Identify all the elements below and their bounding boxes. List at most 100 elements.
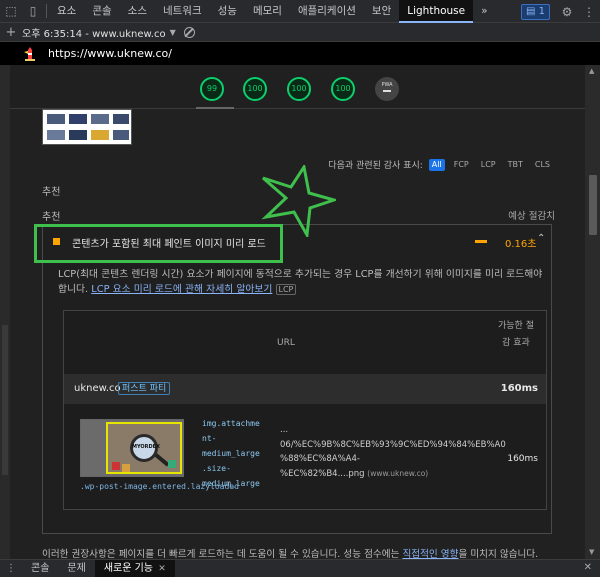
tab-sources[interactable]: 소스	[120, 0, 155, 23]
vertical-scrollbar[interactable]: ▲ ▼	[585, 65, 600, 559]
add-report-icon[interactable]: +	[0, 25, 22, 40]
scroll-up-arrow-icon[interactable]: ▲	[589, 67, 594, 75]
gauge-performance[interactable]: 99	[200, 77, 224, 101]
filter-chip-fcp[interactable]: FCP	[451, 159, 472, 171]
decor-block	[168, 460, 176, 468]
filter-chip-all[interactable]: All	[428, 158, 445, 171]
gauge-best-practices[interactable]: 100	[287, 77, 311, 101]
gauge-pwa[interactable]: PWA	[375, 77, 399, 101]
filter-label: 다음과 관련된 감사 표시:	[328, 161, 423, 171]
node-highlight-frame: MYORDEX	[106, 422, 182, 474]
devtools-tabbar: ⬚ ▯ 요소 콘솔 소스 네트워크 성능 메모리 애플리케이션 보안 Light…	[0, 0, 600, 23]
column-header-url: URL	[277, 338, 295, 348]
tab-elements[interactable]: 요소	[49, 0, 84, 23]
tab-security[interactable]: 보안	[364, 0, 399, 23]
node-snippet[interactable]: img.attachme nt- medium_large .size- med…	[202, 416, 260, 491]
filter-chip-cls[interactable]: CLS	[532, 159, 553, 171]
close-drawer-icon[interactable]: ✕	[584, 562, 592, 573]
highlight-rectangle	[34, 224, 283, 263]
url-line: %88%EC%8A%A4-	[280, 454, 360, 464]
column-header-savings: 가능한 절감 효과	[498, 321, 534, 348]
chevron-up-icon[interactable]: ⌃	[537, 233, 545, 244]
opportunity-column-header: 추천	[42, 212, 61, 223]
report-content: 99 100 100 100 PWA 다음과 관련된 감사 표시: All FC…	[10, 65, 585, 559]
gauge-accessibility[interactable]: 100	[243, 77, 267, 101]
snippet-line: medium_large	[202, 479, 260, 488]
audit-lcp-preload: 콘텐츠가 포함된 최대 페인트 이미지 미리 로드 0.16초 ⌃ LCP(최대…	[42, 224, 552, 534]
drawer-tab-whats-new-label: 새로운 기능	[103, 562, 153, 574]
chevron-down-icon: ▼	[169, 27, 176, 37]
lighthouse-logo-icon	[22, 46, 38, 62]
drawer-tab-console[interactable]: 콘솔	[22, 560, 58, 577]
url-host: (www.uknew.co)	[367, 468, 429, 478]
close-icon[interactable]: ✕	[158, 564, 166, 574]
tab-memory[interactable]: 메모리	[245, 0, 290, 23]
messages-badge[interactable]: ▤ 1	[520, 3, 550, 20]
snippet-line: nt-	[202, 434, 217, 443]
snippet-line: img.attachme	[202, 419, 260, 428]
footer-tail: 을 미치지 않습니다.	[458, 549, 539, 559]
tab-console[interactable]: 콘솔	[84, 0, 119, 23]
active-gauge-underline	[196, 107, 234, 109]
lcp-node-thumbnail[interactable]: MYORDEX	[80, 419, 184, 477]
device-toolbar-icon[interactable]: ▯	[22, 0, 44, 23]
filter-chip-tbt[interactable]: TBT	[505, 159, 526, 171]
drawer-tab-whats-new[interactable]: 새로운 기능 ✕	[94, 559, 175, 577]
opportunities-heading: 추천	[42, 187, 61, 198]
audit-filter: 다음과 관련된 감사 표시: All FCP LCP TBT CLS	[328, 158, 553, 171]
gutter-thumb	[2, 325, 8, 475]
scrollbar-thumb[interactable]	[589, 175, 597, 235]
audit-description: LCP(최대 콘텐츠 렌더링 시간) 요소가 페이지에 동적으로 추가되는 경우…	[58, 267, 543, 297]
first-party-badge: 퍼스트 파티	[118, 382, 171, 395]
snippet-line: .size-	[202, 464, 231, 473]
entity-savings: 160ms	[500, 383, 538, 394]
filmstrip-thumbnail	[42, 109, 132, 145]
decor-block	[112, 462, 120, 470]
clear-slash-icon	[184, 27, 193, 37]
tab-lighthouse[interactable]: Lighthouse	[399, 0, 474, 23]
pwa-dash-icon	[383, 90, 391, 92]
scroll-down-arrow-icon[interactable]: ▼	[589, 548, 594, 556]
gear-icon[interactable]: ⚙	[556, 0, 578, 23]
gauge-seo[interactable]: 100	[331, 77, 355, 101]
report-url[interactable]: https://www.uknew.co/	[48, 47, 172, 60]
table-row-entity: uknew.co 퍼스트 파티 160ms	[64, 374, 546, 404]
url-line: 06/%EC%9B%8C%EB%93%9C%ED%94%84%EB%A0	[280, 439, 506, 450]
savings-bar	[475, 240, 487, 243]
report-select[interactable]: 오후 6:35:14 - www.uknew.co ▼	[22, 25, 176, 40]
resource-url[interactable]: ... 06/%EC%9B%8C%EB%93%9C%ED%94%84%EB%A0…	[280, 423, 506, 481]
drawer-menu-icon[interactable]: ⋮	[0, 563, 22, 574]
kebab-menu-icon[interactable]: ⋮	[578, 0, 600, 23]
clear-reports-icon[interactable]	[183, 26, 195, 38]
direct-impact-link[interactable]: 직접적인 영향	[402, 549, 458, 559]
url-line: ...	[280, 425, 289, 435]
audit-details-table: URL 가능한 절감 효과 uknew.co 퍼스트 파티 160ms MYOR…	[63, 310, 547, 510]
lcp-tag: LCP	[275, 284, 297, 295]
entity-name: uknew.co	[74, 383, 121, 394]
inspect-element-icon[interactable]: ⬚	[0, 0, 22, 23]
footer-text: 이러한 권장사항은 페이지를 더 빠르게 로드하는 데 도움이 될 수 있습니다…	[42, 549, 400, 559]
opportunities-footer: 이러한 권장사항은 페이지를 더 빠르게 로드하는 데 도움이 될 수 있습니다…	[42, 546, 538, 559]
estimated-savings-header: 예상 절감치	[508, 211, 555, 222]
node-savings: 160ms	[507, 454, 538, 464]
lighthouse-url-bar: https://www.uknew.co/	[0, 42, 600, 65]
tabbar-right-controls: ▤ 1 ⚙ ⋮	[520, 0, 600, 23]
snippet-line: medium_large	[202, 449, 260, 458]
devtools-drawer: ⋮ 콘솔 문제 새로운 기능 ✕ ✕	[0, 559, 600, 577]
tab-network[interactable]: 네트워크	[155, 0, 210, 23]
learn-more-link[interactable]: LCP 요소 미리 로드에 관해 자세히 알아보기	[91, 284, 272, 295]
report-time-url: 오후 6:35:14 - www.uknew.co	[22, 28, 166, 40]
report-toolbar: + 오후 6:35:14 - www.uknew.co ▼	[0, 23, 600, 42]
pwa-label: PWA	[381, 82, 393, 88]
decor-block	[122, 464, 130, 472]
tabbar-divider	[46, 4, 47, 18]
left-gutter	[0, 65, 10, 559]
drawer-tab-issues[interactable]: 문제	[58, 560, 94, 577]
tab-performance[interactable]: 성능	[210, 0, 245, 23]
audit-savings-value: 0.16초	[505, 239, 537, 250]
more-tabs-icon[interactable]: »	[473, 0, 495, 23]
image-caption: MYORDEX	[132, 444, 160, 450]
tab-application[interactable]: 애플리케이션	[290, 0, 364, 23]
star-annotation-icon	[261, 165, 336, 237]
filter-chip-lcp[interactable]: LCP	[478, 159, 499, 171]
